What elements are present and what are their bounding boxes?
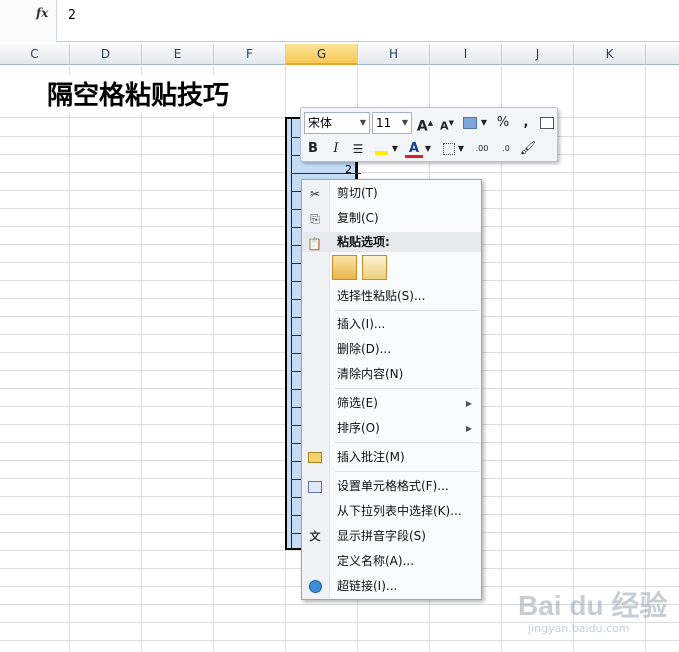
menu-item-pick-from-list[interactable]: 从下拉列表中选择(K)... bbox=[302, 500, 481, 523]
chevron-down-icon[interactable]: ▼ bbox=[456, 139, 466, 159]
menu-item-sort[interactable]: 排序(O) ▶ bbox=[302, 417, 481, 440]
paste-options-header: 📋 粘贴选项: bbox=[302, 232, 481, 252]
number-format-button[interactable] bbox=[461, 113, 479, 133]
sheet-title: 隔空格粘贴技巧 bbox=[44, 75, 233, 112]
paste-values-icon[interactable] bbox=[362, 255, 387, 280]
paint-bucket-icon bbox=[374, 151, 388, 155]
chevron-down-icon: ▼ bbox=[359, 118, 366, 127]
comment-icon bbox=[307, 450, 323, 466]
menu-item-clear-contents[interactable]: 清除内容(N) bbox=[302, 363, 481, 386]
comma-style-button[interactable]: , bbox=[517, 113, 535, 133]
column-header-bar: C D E F G H I J K bbox=[0, 44, 679, 65]
cell-value: 2 bbox=[345, 163, 352, 176]
format-painter-button[interactable]: 🖌 bbox=[519, 139, 537, 159]
menu-item-show-phonetic[interactable]: 文 显示拼音字段(S) bbox=[302, 525, 481, 548]
column-header-k[interactable]: K bbox=[574, 44, 646, 65]
watermark: Bai du 经验 jingyan.baidu.com bbox=[504, 578, 674, 648]
merge-center-icon bbox=[540, 117, 554, 129]
chevron-down-icon[interactable]: ▼ bbox=[390, 139, 400, 159]
column-header-d[interactable]: D bbox=[70, 44, 142, 65]
menu-item-hyperlink[interactable]: 超链接(I)... bbox=[302, 575, 481, 598]
menu-item-cut[interactable]: ✂ 剪切(T) bbox=[302, 182, 481, 205]
formula-bar: fx 2 bbox=[0, 0, 679, 42]
chevron-down-icon[interactable]: ▼ bbox=[423, 139, 433, 159]
paintbrush-icon: 🖌 bbox=[519, 141, 537, 156]
menu-item-delete[interactable]: 删除(D)... bbox=[302, 338, 481, 361]
fx-button[interactable]: fx bbox=[0, 0, 57, 42]
column-header-l[interactable] bbox=[646, 44, 679, 65]
align-center-button[interactable]: ☰ bbox=[349, 139, 367, 159]
decrease-decimal-button[interactable]: .0 bbox=[495, 139, 517, 159]
accounting-format-icon bbox=[463, 117, 477, 129]
borders-icon bbox=[443, 143, 455, 155]
menu-item-format-cells[interactable]: 设置单元格格式(F)... bbox=[302, 475, 481, 498]
column-header-e[interactable]: E bbox=[142, 44, 214, 65]
font-size-value: 11 bbox=[376, 116, 392, 130]
menu-item-insert[interactable]: 插入(I)... bbox=[302, 313, 481, 336]
column-header-i[interactable]: I bbox=[430, 44, 502, 65]
shrink-font-button[interactable]: A▼ bbox=[438, 113, 456, 133]
mini-toolbar: 宋体 ▼ 11 ▼ A▲ A▼ ▼ % , B I ☰ ▼ A ▼ ▼ .00 … bbox=[300, 107, 558, 162]
chevron-right-icon: ▶ bbox=[465, 399, 472, 408]
font-color-button[interactable]: A bbox=[405, 139, 423, 158]
paste-all-icon[interactable] bbox=[332, 255, 357, 280]
format-cells-icon bbox=[307, 479, 323, 495]
font-name-value: 宋体 bbox=[308, 116, 333, 130]
column-header-h[interactable]: H bbox=[358, 44, 430, 65]
column-header-c[interactable]: C bbox=[0, 44, 70, 65]
phonetic-icon: 文 bbox=[309, 530, 321, 543]
column-header-f[interactable]: F bbox=[214, 44, 286, 65]
chevron-right-icon: ▶ bbox=[465, 424, 472, 433]
formula-input[interactable]: 2 bbox=[68, 8, 76, 23]
menu-item-filter[interactable]: 筛选(E) ▶ bbox=[302, 392, 481, 415]
watermark-url: jingyan.baidu.com bbox=[528, 622, 630, 635]
fill-color-button[interactable] bbox=[372, 139, 390, 159]
bold-button[interactable]: B bbox=[304, 139, 322, 159]
percent-button[interactable]: % bbox=[494, 113, 512, 133]
chevron-down-icon: ▼ bbox=[401, 118, 408, 127]
context-menu: ✂ 剪切(T) ⎘ 复制(C) 📋 粘贴选项: 选择性粘贴(S)... 插入(I… bbox=[301, 179, 482, 600]
menu-item-paste-special[interactable]: 选择性粘贴(S)... bbox=[302, 285, 481, 308]
clipboard-icon: 📋 bbox=[307, 237, 322, 251]
column-header-g[interactable]: G bbox=[286, 44, 358, 65]
font-size-combo[interactable]: 11 ▼ bbox=[372, 112, 412, 134]
column-header-j[interactable]: J bbox=[502, 44, 574, 65]
grow-font-button[interactable]: A▲ bbox=[416, 113, 434, 135]
merge-center-button[interactable] bbox=[538, 113, 556, 133]
scissors-icon: ✂ bbox=[309, 187, 321, 201]
hyperlink-icon bbox=[307, 579, 323, 595]
menu-item-insert-comment[interactable]: 插入批注(M) bbox=[302, 446, 481, 469]
italic-button[interactable]: I bbox=[327, 139, 345, 159]
copy-icon: ⎘ bbox=[310, 212, 320, 226]
fx-icon: fx bbox=[36, 6, 49, 20]
increase-decimal-button[interactable]: .00 bbox=[471, 139, 493, 159]
chevron-down-icon[interactable]: ▼ bbox=[479, 113, 489, 133]
font-name-combo[interactable]: 宋体 ▼ bbox=[304, 112, 370, 134]
watermark-brand: Bai du 经验 bbox=[518, 590, 668, 621]
menu-item-define-name[interactable]: 定义名称(A)... bbox=[302, 550, 481, 573]
align-center-icon: ☰ bbox=[352, 142, 364, 156]
menu-item-copy[interactable]: ⎘ 复制(C) bbox=[302, 207, 481, 230]
